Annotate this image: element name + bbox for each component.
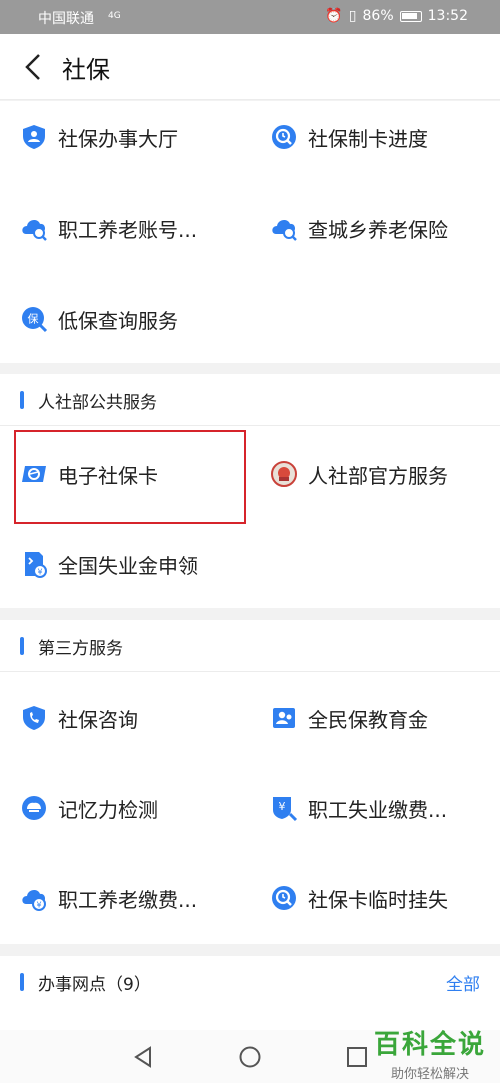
service-item-label: 全国失业金申领 bbox=[58, 553, 198, 578]
alarm-icon: ⏰ bbox=[325, 8, 343, 24]
document-yuan-icon: ¥ bbox=[20, 550, 48, 578]
section-title: 第三方服务 bbox=[38, 639, 123, 659]
service-item-label: 查城乡养老保险 bbox=[308, 217, 448, 242]
clock-search-icon bbox=[270, 884, 298, 912]
network-type: 4G bbox=[108, 11, 121, 21]
service-item-label: 记忆力检测 bbox=[58, 797, 158, 822]
view-all-link[interactable]: 全部 bbox=[446, 970, 480, 995]
svg-text:¥: ¥ bbox=[279, 800, 286, 813]
brain-icon bbox=[20, 794, 48, 822]
section-accent-bar bbox=[20, 973, 24, 991]
service-item-label: 社保咨询 bbox=[58, 707, 138, 732]
service-item-label: 社保卡临时挂失 bbox=[308, 887, 448, 912]
watermark-subtitle: 助你轻松解决 bbox=[390, 1067, 469, 1082]
svg-text:保: 保 bbox=[28, 312, 39, 326]
person-card-icon bbox=[270, 704, 298, 732]
back-button[interactable] bbox=[18, 52, 48, 82]
nav-home-button[interactable] bbox=[235, 1042, 265, 1072]
vibrate-icon: ▯ bbox=[348, 8, 357, 24]
svg-text:¥: ¥ bbox=[37, 568, 42, 577]
shield-phone-icon bbox=[20, 704, 48, 732]
section-title: 办事网点（9） bbox=[38, 975, 151, 995]
square-recents-icon bbox=[347, 1047, 367, 1067]
carrier-name: 中国联通 bbox=[38, 11, 94, 27]
service-item-label: 社保办事大厅 bbox=[58, 126, 178, 151]
service-item-consult[interactable]: 社保咨询 bbox=[20, 688, 240, 748]
section-header: 第三方服务 bbox=[0, 620, 500, 672]
service-item-pension-account[interactable]: 职工养老账号... bbox=[20, 198, 240, 258]
selection-highlight-box bbox=[14, 430, 246, 524]
circle-home-icon bbox=[239, 1046, 261, 1068]
clock: 13:52 bbox=[427, 8, 468, 24]
cloud-yuan-icon: ¥ bbox=[20, 884, 48, 912]
service-item-card-progress[interactable]: 社保制卡进度 bbox=[270, 107, 490, 167]
section-accent-bar bbox=[20, 391, 24, 409]
triangle-back-icon bbox=[134, 1046, 151, 1068]
third-party-section: 第三方服务 社保咨询 全民保教育金 记忆力检测 ¥ 职工失业缴费... ¥ 职工… bbox=[0, 620, 500, 944]
app-header: 社保 bbox=[0, 34, 500, 100]
battery-icon bbox=[399, 10, 422, 22]
service-item-label: 社保制卡进度 bbox=[308, 126, 428, 151]
service-item-pension-payment[interactable]: ¥ 职工养老缴费... bbox=[20, 868, 240, 928]
service-item-unemployment-claim[interactable]: ¥ 全国失业金申领 bbox=[20, 534, 240, 594]
battery-percent: 86% bbox=[362, 8, 394, 24]
service-item-hall[interactable]: 社保办事大厅 bbox=[20, 107, 240, 167]
cloud-search-icon bbox=[270, 214, 298, 242]
yuan-shield-icon: ¥ bbox=[270, 794, 298, 822]
section-header: 办事网点（9） 全部 bbox=[0, 956, 500, 1008]
service-item-label: 人社部官方服务 bbox=[308, 463, 448, 488]
service-item-rural-pension[interactable]: 查城乡养老保险 bbox=[270, 198, 490, 258]
service-item-label: 全民保教育金 bbox=[308, 707, 428, 732]
status-right: ⏰ ▯ 86% 13:52 bbox=[325, 8, 468, 24]
svg-text:¥: ¥ bbox=[36, 901, 41, 910]
service-item-label: 低保查询服务 bbox=[58, 308, 178, 333]
page-title: 社保 bbox=[62, 56, 110, 84]
service-item-mohrss-official[interactable]: 人社部官方服务 bbox=[270, 444, 490, 504]
service-item-card-loss-report[interactable]: 社保卡临时挂失 bbox=[270, 868, 490, 928]
service-item-label: 职工失业缴费... bbox=[308, 797, 448, 822]
service-item-label: 职工养老账号... bbox=[58, 217, 198, 242]
outlets-section: 办事网点（9） 全部 bbox=[0, 956, 500, 1030]
nav-back-button[interactable] bbox=[128, 1042, 158, 1072]
watermark: 百科全说 助你轻松解决 bbox=[374, 1024, 486, 1082]
section-title: 人社部公共服务 bbox=[38, 393, 157, 413]
clock-search-icon bbox=[270, 123, 298, 151]
service-item-memory-test[interactable]: 记忆力检测 bbox=[20, 778, 240, 838]
section-accent-bar bbox=[20, 637, 24, 655]
social-security-section: 社保办事大厅 社保制卡进度 职工养老账号... 查城乡养老保险 保 低保查询服务 bbox=[0, 101, 500, 363]
mohrss-emblem-icon bbox=[270, 460, 298, 488]
service-item-unemployment-payment[interactable]: ¥ 职工失业缴费... bbox=[270, 778, 490, 838]
shield-person-icon bbox=[20, 123, 48, 151]
service-item-label: 职工养老缴费... bbox=[58, 887, 198, 912]
section-header: 人社部公共服务 bbox=[0, 374, 500, 426]
chevron-left-icon bbox=[25, 54, 40, 80]
bao-search-icon: 保 bbox=[20, 305, 48, 333]
service-item-education-fund[interactable]: 全民保教育金 bbox=[270, 688, 490, 748]
status-bar: 中国联通 4G ⏰ ▯ 86% 13:52 bbox=[0, 0, 500, 34]
cloud-search-icon bbox=[20, 214, 48, 242]
watermark-title: 百科全说 bbox=[373, 1030, 486, 1060]
service-item-dibao[interactable]: 保 低保查询服务 bbox=[20, 289, 240, 349]
nav-recents-button[interactable] bbox=[342, 1042, 372, 1072]
